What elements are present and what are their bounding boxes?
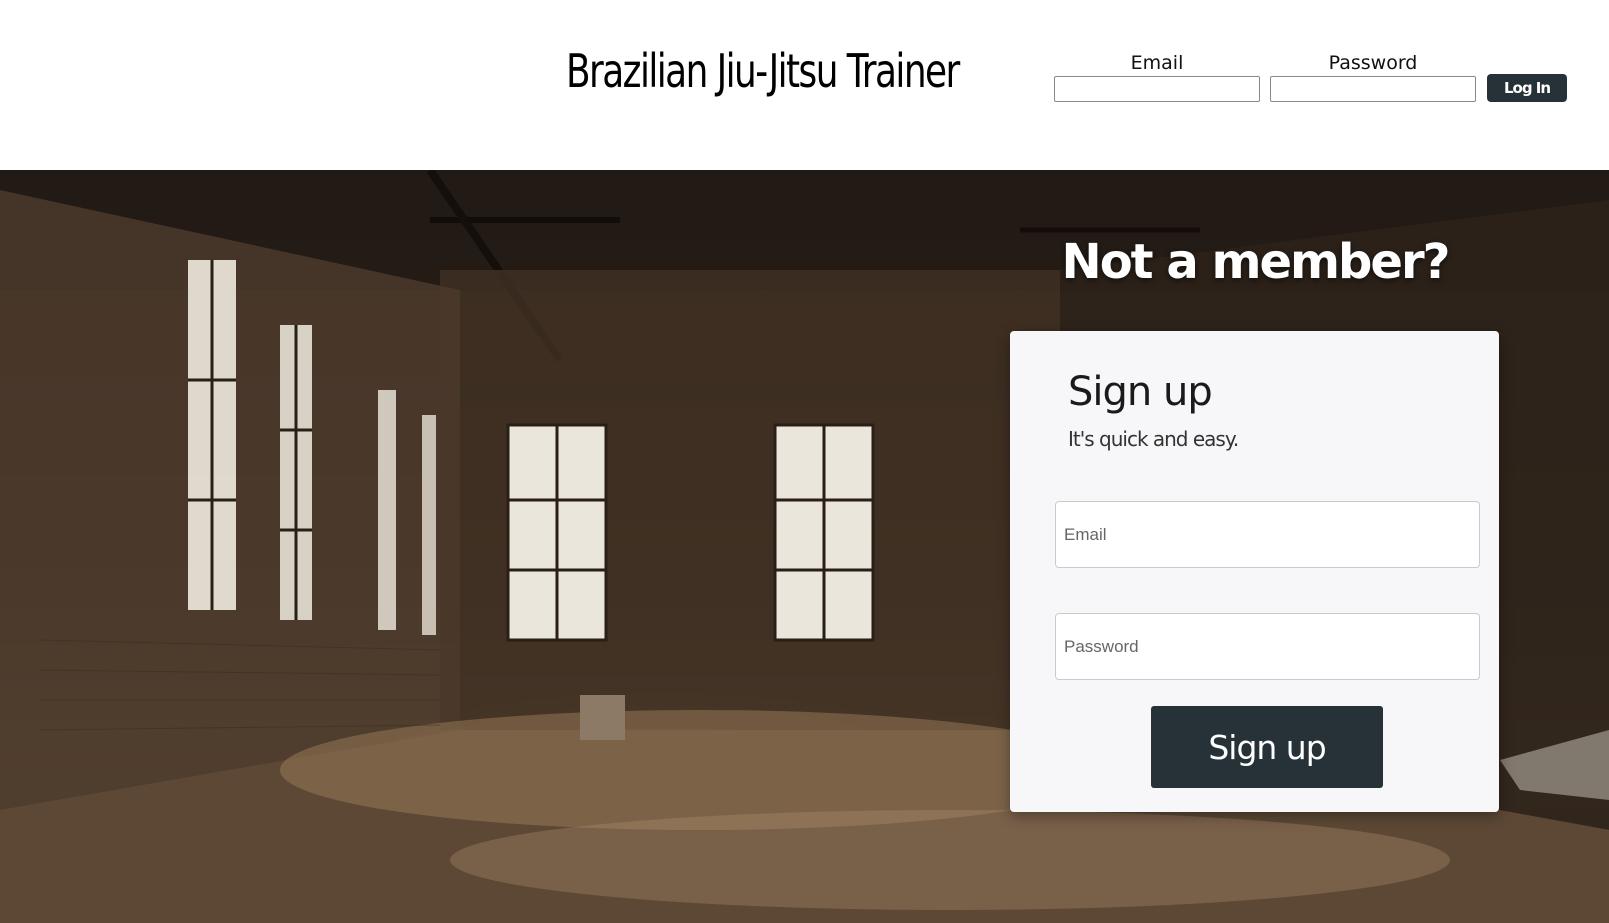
login-password-group: Password <box>1270 52 1476 102</box>
login-email-label: Email <box>1130 52 1184 74</box>
login-password-label: Password <box>1328 52 1418 74</box>
site-title: Brazilian Jiu-Jitsu Trainer <box>566 44 960 98</box>
login-email-group: Email <box>1054 52 1260 102</box>
signup-title: Sign up <box>1068 369 1213 415</box>
login-password-input[interactable] <box>1270 76 1476 102</box>
signup-password-input[interactable] <box>1055 613 1480 680</box>
login-button[interactable]: Log In <box>1487 74 1567 102</box>
login-email-input[interactable] <box>1054 76 1260 102</box>
site-header: Brazilian Jiu-Jitsu Trainer Email Passwo… <box>0 0 1609 170</box>
signup-card: Sign up It's quick and easy. Sign up <box>1010 331 1499 812</box>
hero-heading: Not a member? <box>1061 234 1451 290</box>
signup-subtitle: It's quick and easy. <box>1068 427 1239 451</box>
hero-section: Not a member? Sign up It's quick and eas… <box>0 170 1609 923</box>
signup-button[interactable]: Sign up <box>1151 706 1383 788</box>
signup-email-input[interactable] <box>1055 501 1480 568</box>
